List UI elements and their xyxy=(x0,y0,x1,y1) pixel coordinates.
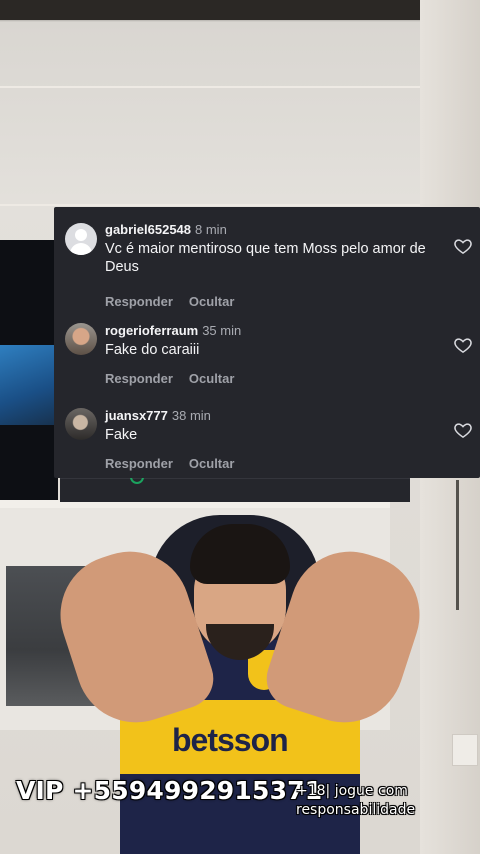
comment-meta: gabriel652548 8 min xyxy=(105,222,227,237)
heart-icon[interactable] xyxy=(453,335,473,355)
disclaimer-line-2: responsabilidade xyxy=(296,802,416,818)
hair xyxy=(190,524,290,584)
jersey-sponsor: betsson xyxy=(172,722,289,758)
heart-icon[interactable] xyxy=(453,236,473,256)
disclaimer-line-1: +18| jogue com xyxy=(296,783,408,799)
reply-button[interactable]: Responder xyxy=(105,371,173,386)
comment-actions: Responder Ocultar xyxy=(105,371,250,386)
default-avatar-icon[interactable] xyxy=(65,223,97,255)
comment-username[interactable]: juansx777 xyxy=(105,408,168,423)
comment-time: 38 min xyxy=(171,408,211,423)
comment-username[interactable]: rogerioferraum xyxy=(105,323,198,338)
ceiling xyxy=(0,0,480,20)
reply-button[interactable]: Responder xyxy=(105,456,173,471)
comments-panel-footer xyxy=(60,478,410,502)
hide-button[interactable]: Ocultar xyxy=(189,371,235,386)
comment-meta: rogerioferraum 35 min xyxy=(105,323,241,338)
comment-item: juansx777 38 min Fake Responder Ocultar xyxy=(54,407,480,477)
hide-button[interactable]: Ocultar xyxy=(189,456,235,471)
vip-contact-caption: VIP +5594992915371 xyxy=(16,776,323,805)
comment-meta: juansx777 38 min xyxy=(105,408,211,423)
hanging-cable xyxy=(456,480,459,610)
television-screen xyxy=(0,345,54,425)
light-switch xyxy=(452,734,478,766)
wall-panel xyxy=(0,86,440,206)
comment-text: Fake do caraiii xyxy=(105,342,200,358)
comment-item: rogerioferraum 35 min Fake do caraiii Res… xyxy=(54,322,480,392)
hide-button[interactable]: Ocultar xyxy=(189,294,235,309)
comment-text: Vc é maior mentiroso que tem Moss pelo a… xyxy=(105,241,426,275)
avatar[interactable] xyxy=(65,408,97,440)
avatar[interactable] xyxy=(65,323,97,355)
heart-icon[interactable] xyxy=(453,420,473,440)
comment-item: gabriel652548 8 min Vc é maior mentiroso … xyxy=(54,221,480,311)
responsible-gaming-disclaimer: +18| jogue com responsabilidade xyxy=(296,782,426,820)
comments-panel: gabriel652548 8 min Vc é maior mentiroso … xyxy=(54,207,480,478)
comment-username[interactable]: gabriel652548 xyxy=(105,222,191,237)
comment-text: Fake xyxy=(105,427,138,443)
comment-actions: Responder Ocultar xyxy=(105,294,250,309)
comment-time: 35 min xyxy=(202,323,242,338)
comment-actions: Responder Ocultar xyxy=(105,456,250,471)
comment-time: 8 min xyxy=(195,222,227,237)
reply-button[interactable]: Responder xyxy=(105,294,173,309)
